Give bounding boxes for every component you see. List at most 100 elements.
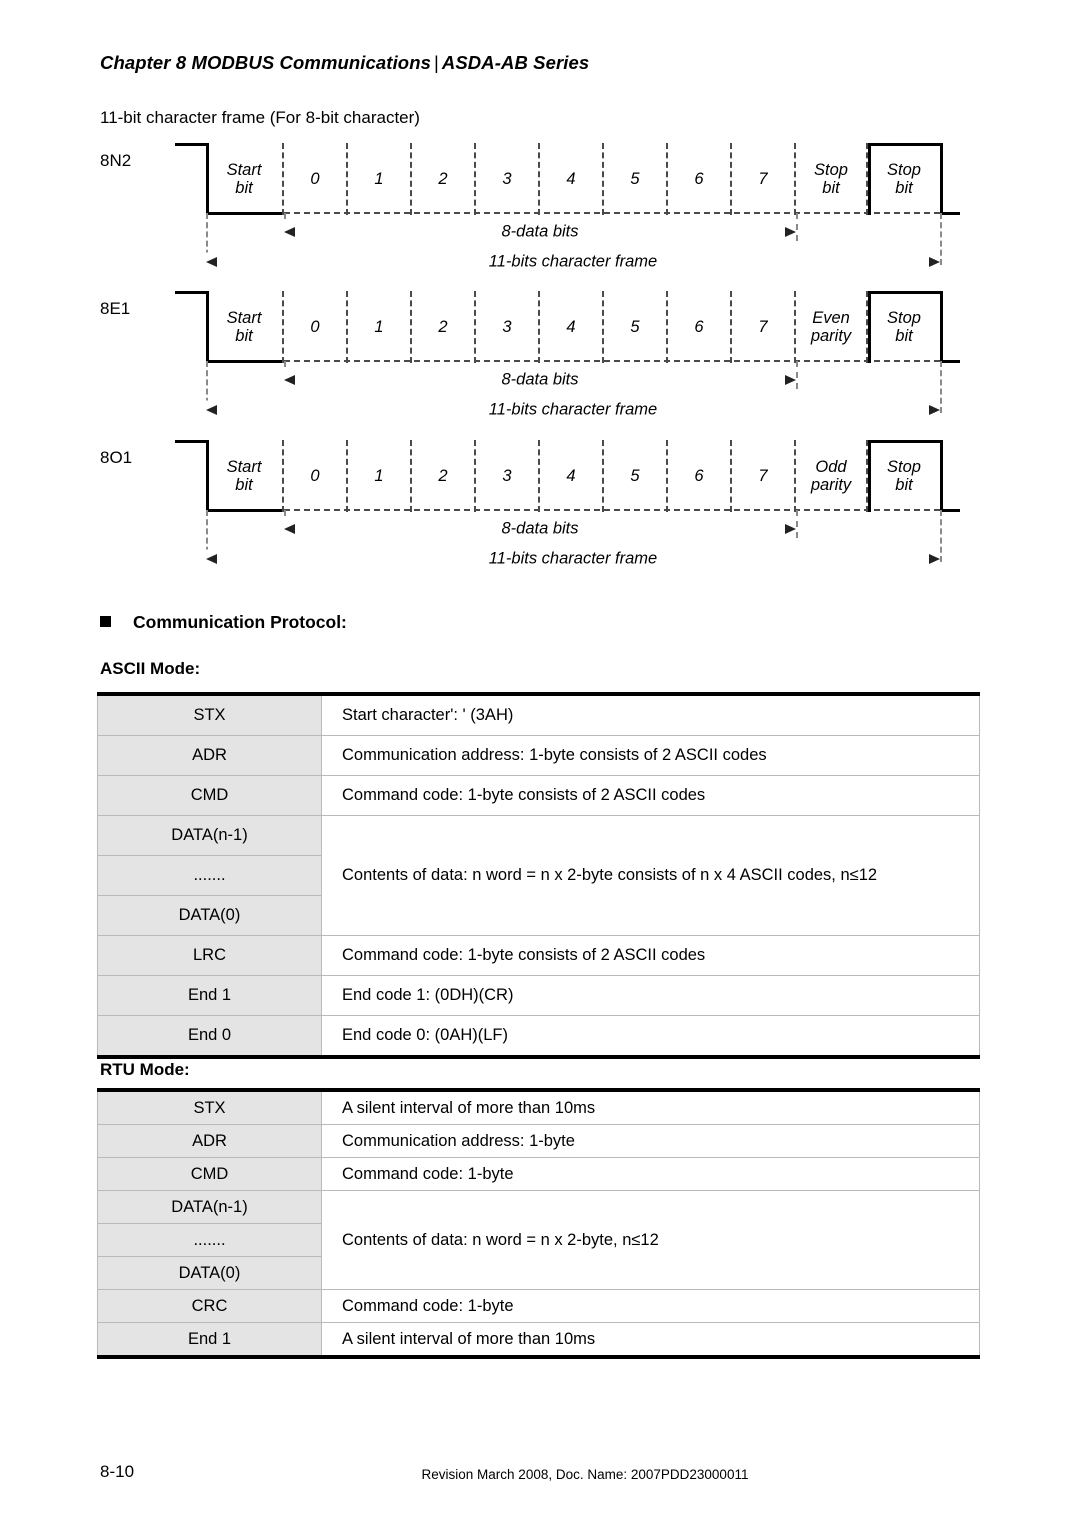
bit-cell-start: Start bit (206, 291, 284, 363)
waveform-8o1: Start bit 0 1 2 3 4 5 6 7 Odd parity Stop bit (175, 440, 960, 512)
bit-cell-label: 7 (758, 169, 768, 188)
bit-cell-stop-bit: Stop bit (796, 143, 868, 215)
bit-cell-0: 0 (284, 291, 348, 363)
table-cell-value: Command code: 1-byte (321, 1289, 980, 1323)
bit-cell-label: Stop (887, 457, 921, 476)
bit-cell-6: 6 (668, 143, 732, 215)
bit-cell-1: 1 (348, 143, 412, 215)
bit-cell-label: 3 (502, 317, 512, 336)
arrowhead-right-icon (929, 554, 940, 564)
bit-cell-label: 2 (438, 317, 448, 336)
leader-frame-end (940, 510, 942, 562)
table-row: STX A silent interval of more than 10ms (97, 1089, 980, 1125)
table-cell-key: DATA(0) (97, 1256, 322, 1290)
bit-cell-strip: Start bit 0 1 2 3 4 5 6 7 Stop bit Stop bit (206, 143, 940, 215)
bit-cell-6: 6 (668, 440, 732, 512)
bit-cell-label: Start (226, 160, 262, 179)
bit-cell-label: 4 (566, 466, 576, 485)
bit-cell-label: bit (895, 476, 913, 494)
bit-cell-label: 0 (310, 317, 320, 336)
ascii-mode-table: STX Start character': ' (3AH) ADR Communica… (97, 692, 980, 1059)
bit-cell-start: Start bit (206, 143, 284, 215)
bit-cell-6: 6 (668, 291, 732, 363)
table-cell-key: DATA(n-1) (97, 815, 322, 856)
table-row: DATA(n-1) Contents of data: n word = n x … (97, 1190, 980, 1290)
bit-cell-label: 5 (630, 466, 640, 485)
bit-cell-label: Even (812, 308, 850, 327)
table-row: End 1 End code 1: (0DH)(CR) (97, 975, 980, 1016)
arrowhead-left-icon (284, 227, 295, 237)
bit-cell-1: 1 (348, 440, 412, 512)
bit-cell-4: 4 (540, 291, 604, 363)
bit-cell-start: Start bit (206, 440, 284, 512)
bit-cell-5: 5 (604, 291, 668, 363)
table-row: LRC Command code: 1-byte consists of 2 AS… (97, 935, 980, 976)
arrowhead-left-icon (284, 524, 295, 534)
bit-cell-7: 7 (732, 291, 796, 363)
table-cell-value: Command code: 1-byte (321, 1157, 980, 1191)
bullet-square-icon (100, 616, 111, 627)
dimension-label: 11-bits character frame (206, 252, 940, 272)
bit-cell-label: 6 (694, 466, 704, 485)
bit-cell-label: 2 (438, 169, 448, 188)
table-cell-key: DATA(n-1) (97, 1190, 322, 1224)
leader-data-end (796, 361, 798, 389)
dimension-8-data-bits: 8-data bits (284, 367, 796, 393)
bit-cell-3: 3 (476, 291, 540, 363)
bit-cell-1: 1 (348, 291, 412, 363)
frame-end-edge (940, 440, 943, 512)
bit-cell-label: Stop (887, 308, 921, 327)
dimension-label: 11-bits character frame (206, 400, 940, 420)
bit-cell-2: 2 (412, 143, 476, 215)
dimension-11-bits-character-frame: 11-bits character frame (206, 249, 940, 275)
leader-data-end (796, 510, 798, 538)
dimension-label: 8-data bits (284, 222, 796, 242)
bit-cell-label: Start (226, 457, 262, 476)
bit-cell-5: 5 (604, 143, 668, 215)
table-cell-key: ADR (97, 1124, 322, 1158)
bit-cell-label: 4 (566, 317, 576, 336)
dimension-11-bits-character-frame: 11-bits character frame (206, 546, 940, 572)
bit-cell-label: 0 (310, 169, 320, 188)
bit-cell-stop-bit: Stop bit (868, 143, 940, 215)
bit-cell-label: bit (235, 179, 253, 197)
arrowhead-right-icon (929, 257, 940, 267)
dimension-label: 8-data bits (284, 370, 796, 390)
waveform-8e1: Start bit 0 1 2 3 4 5 6 7 Even parity Stop bit (175, 291, 960, 363)
communication-protocol-label: Communication Protocol: (133, 612, 347, 632)
communication-protocol-heading: Communication Protocol: (100, 612, 347, 633)
dimension-label: 11-bits character frame (206, 549, 940, 569)
arrowhead-left-icon (206, 405, 217, 415)
table-cell-value: Command code: 1-byte consists of 2 ASCII… (321, 775, 980, 816)
bit-cell-odd-parity: Odd parity (796, 440, 868, 512)
bit-cell-label: bit (895, 327, 913, 345)
frame-end-edge (940, 291, 943, 363)
table-row: DATA(n-1) Contents of data: n word = n x … (97, 815, 980, 936)
bit-cell-strip: Start bit 0 1 2 3 4 5 6 7 Even parity Stop bit (206, 291, 940, 363)
bit-cell-0: 0 (284, 143, 348, 215)
bit-cell-stop-bit: Stop bit (868, 291, 940, 363)
table-row: ADR Communication address: 1-byte consist… (97, 735, 980, 776)
table-cell-value: End code 0: (0AH)(LF) (321, 1015, 980, 1058)
idle-high-line (175, 440, 208, 443)
table-cell-key: ....... (97, 855, 322, 896)
bit-cell-3: 3 (476, 440, 540, 512)
table-row: End 1A silent interval of more than 10ms (97, 1322, 980, 1358)
bit-cell-label: 5 (630, 169, 640, 188)
revision-notice: Revision March 2008, Doc. Name: 2007PDD2… (421, 1467, 749, 1482)
bit-cell-label: bit (895, 179, 913, 197)
leader-frame-end (940, 361, 942, 413)
bit-cell-label: 0 (310, 466, 320, 485)
table-cell-key: End 1 (97, 1322, 322, 1358)
arrowhead-right-icon (785, 227, 796, 237)
bit-cell-7: 7 (732, 440, 796, 512)
bit-cell-label: bit (822, 179, 840, 197)
arrowhead-left-icon (206, 257, 217, 267)
table-cell-key: CMD (97, 775, 322, 816)
bit-cell-label: parity (810, 327, 852, 345)
table-cell-value: Start character': ' (3AH) (321, 693, 980, 736)
idle-low-line (940, 509, 960, 512)
rtu-mode-heading: RTU Mode: (100, 1060, 190, 1079)
arrowhead-right-icon (785, 524, 796, 534)
bit-cell-label: 4 (566, 169, 576, 188)
